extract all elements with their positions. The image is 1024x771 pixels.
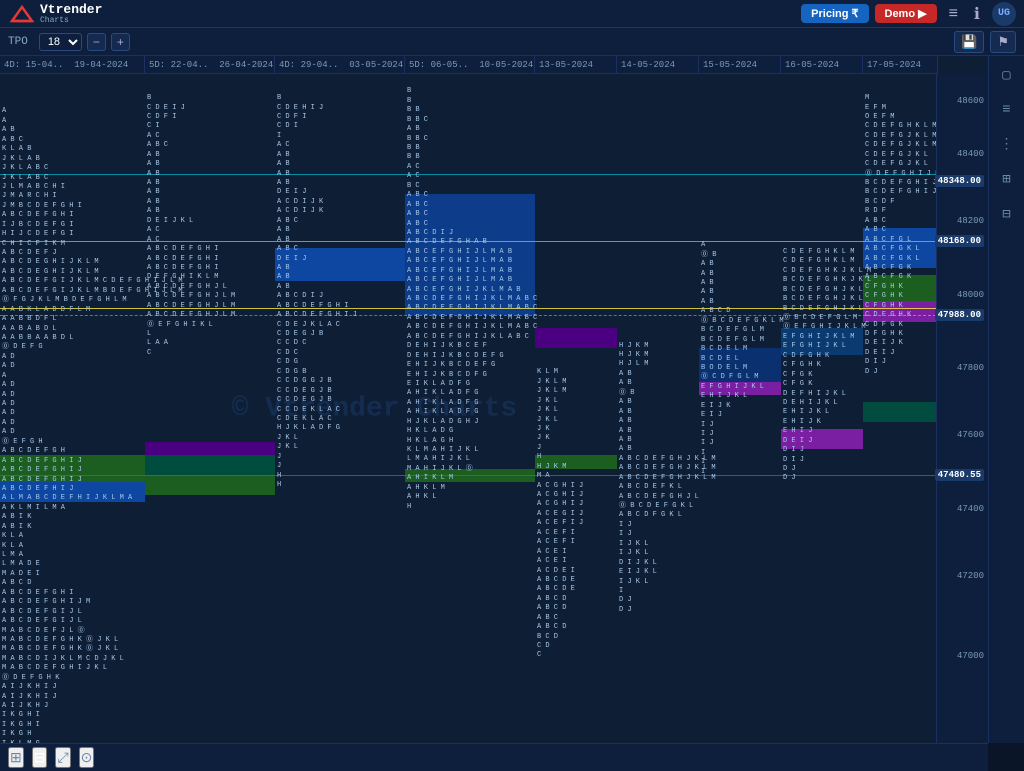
right-sidebar: Live ▢ ≡ ⋮ ⊞ ⊟	[988, 28, 1024, 743]
col-4: B B B B B B C A B B B C B B B B A C A C …	[405, 74, 535, 743]
chart-area: 4D: 15-04.. 19-04-2024 5D: 22-04.. 26-04…	[0, 56, 988, 743]
timeframe-select[interactable]: 18 15 30	[39, 33, 82, 51]
price-47200: 47200	[957, 571, 984, 581]
grid-icon[interactable]: ⊞	[998, 167, 1014, 192]
price-47480: 47480.55	[935, 469, 984, 481]
price-47988: 47988.00	[935, 309, 984, 321]
single-chart-icon[interactable]: ▢	[998, 63, 1014, 88]
date-seg-1: 4D: 15-04.. 19-04-2024	[0, 56, 145, 73]
minus-button[interactable]: −	[87, 33, 106, 51]
tpo-canvas: © Vtrender Charts A A A B A B C K L A B …	[0, 74, 936, 743]
camera-button[interactable]: ⊙	[79, 747, 95, 768]
price-48400: 48400	[957, 149, 984, 159]
price-48168: 48168.00	[935, 235, 984, 247]
date-seg-9: 17-05-2024	[863, 56, 938, 73]
price-47000: 47000	[957, 651, 984, 661]
price-48600: 48600	[957, 96, 984, 106]
col9-profile: M E F M O E F M C D E F G H K L M C D E …	[865, 94, 936, 377]
date-seg-3: 4D: 29-04.. 03-05-2024	[275, 56, 405, 73]
col2-profile: B C D E I J C D F I C I A C A B C A B A …	[147, 94, 235, 358]
grid2-icon[interactable]: ⊟	[998, 202, 1014, 227]
date-seg-5: 13-05-2024	[535, 56, 617, 73]
col-1: A A A B A B C K L A B J K L A B J K L A …	[0, 74, 145, 743]
date-header: 4D: 15-04.. 19-04-2024 5D: 22-04.. 26-04…	[0, 56, 938, 74]
bottom-bar: ⊞ ⊟ ⤢ ⊙	[0, 743, 988, 771]
price-48000: 48000	[957, 290, 984, 300]
date-seg-2: 5D: 22-04.. 26-04-2024	[145, 56, 275, 73]
col3-profile: B C D E H I J C D F I C D I I A C A B A …	[277, 94, 357, 490]
col4-profile: B B B B B B C A B B B C B B B B A C A C …	[407, 87, 537, 512]
columns-icon[interactable]: ⋮	[996, 132, 1018, 157]
date-seg-8: 16-05-2024	[781, 56, 863, 73]
logo-text: Vtrender	[40, 3, 102, 16]
date-seg-4: 5D: 06-05.. 10-05-2024	[405, 56, 535, 73]
expand-button[interactable]: ⤢	[55, 747, 70, 768]
date-seg-6: 14-05-2024	[617, 56, 699, 73]
demo-button[interactable]: Demo ▶	[875, 4, 937, 23]
flag-button[interactable]: ⚑	[990, 31, 1016, 53]
plus-button[interactable]: +	[111, 33, 130, 51]
menu-icon-button[interactable]: ≡	[945, 3, 962, 25]
user-avatar[interactable]: UG	[992, 2, 1016, 26]
price-48200: 48200	[957, 216, 984, 226]
col8-profile: C D E F G H K L M C D E F G H K L M C D …	[783, 248, 871, 484]
price-axis: 48600 48400 48348.00 48200 48168.00 4800…	[936, 74, 988, 743]
price-48348: 48348.00	[935, 175, 984, 187]
price-47400: 47400	[957, 504, 984, 514]
rows-icon[interactable]: ≡	[998, 98, 1014, 122]
price-47800: 47800	[957, 363, 984, 373]
toolbar: TPO 18 15 30 − + 💾 ⚑	[0, 28, 1024, 56]
list-view-button[interactable]: ⊟	[32, 747, 48, 768]
logo: Vtrender Charts	[8, 3, 102, 25]
date-seg-7: 15-05-2024	[699, 56, 781, 73]
top-navigation: Vtrender Charts Pricing ₹ Demo ▶ ≡ ℹ UG	[0, 0, 1024, 28]
save-button[interactable]: 💾	[954, 31, 984, 53]
col9-teal-block	[863, 402, 936, 422]
col7-profile: A ⓪ B A B A B A B A B A B A B C D ⓪ B C …	[701, 241, 784, 477]
grid-view-button[interactable]: ⊞	[8, 747, 24, 768]
logo-sub: Charts	[40, 16, 102, 25]
pricing-button[interactable]: Pricing ₹	[801, 4, 868, 23]
col5-profile: K L M J K L M J K L M J K L J K L J K L …	[537, 368, 583, 661]
info-icon-button[interactable]: ℹ	[970, 2, 984, 26]
logo-icon	[8, 3, 36, 25]
tpo-label: TPO	[8, 36, 28, 48]
col5-purple-block	[535, 328, 617, 348]
col-9: M E F M O E F M C D E F G H K L M C D E …	[863, 74, 936, 743]
price-47600: 47600	[957, 430, 984, 440]
